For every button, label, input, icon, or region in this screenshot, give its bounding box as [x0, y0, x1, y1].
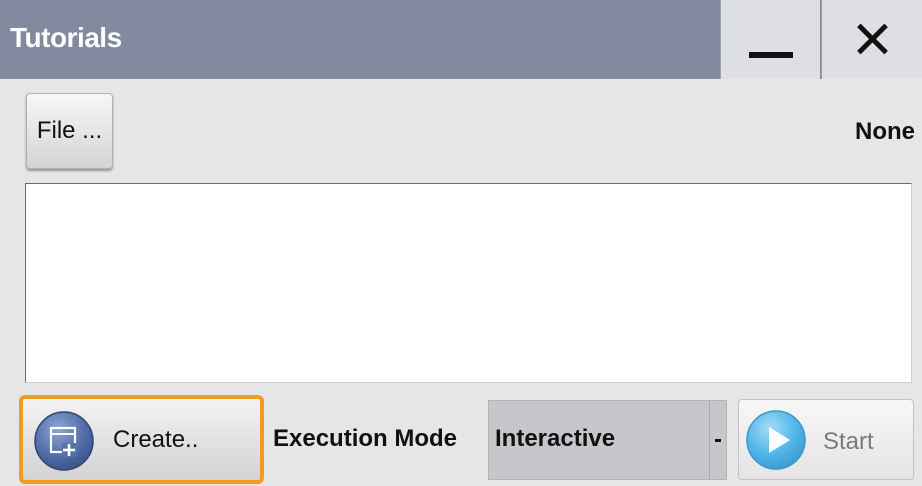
- dropdown-arrow-icon: [715, 439, 721, 442]
- execution-mode-value: Interactive: [495, 425, 616, 452]
- create-button-label: Create..: [113, 426, 199, 453]
- current-file-name: None: [855, 118, 915, 145]
- start-button[interactable]: Start: [738, 399, 914, 480]
- close-icon: [857, 23, 888, 55]
- tutorial-list[interactable]: [25, 183, 912, 383]
- select-divider: [709, 401, 710, 479]
- close-button[interactable]: [821, 0, 922, 79]
- minimize-button[interactable]: [720, 0, 820, 79]
- create-button[interactable]: Create..: [19, 395, 264, 484]
- start-button-label: Start: [823, 428, 874, 455]
- file-button-label: File ...: [36, 117, 103, 144]
- execution-mode-label: Execution Mode: [273, 425, 458, 452]
- file-button[interactable]: File ...: [26, 93, 113, 169]
- execution-mode-select[interactable]: Interactive: [488, 400, 727, 480]
- window-title: Tutorials: [10, 22, 122, 53]
- title-bar: Tutorials: [0, 0, 922, 79]
- minimize-icon: [749, 52, 793, 58]
- play-icon: [746, 410, 806, 470]
- create-document-icon: [34, 411, 94, 471]
